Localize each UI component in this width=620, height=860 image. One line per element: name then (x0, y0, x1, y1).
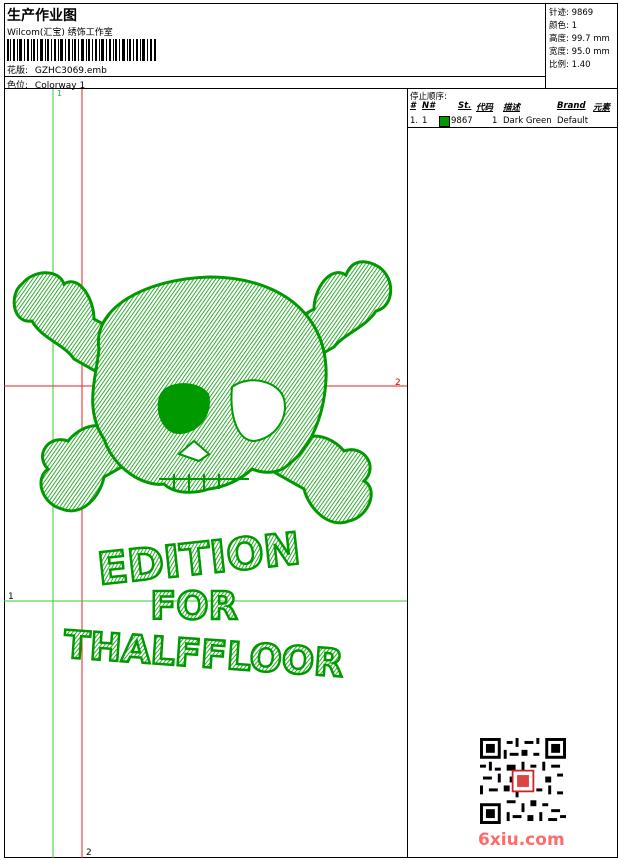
company-name: Wilcom(汇宝) 绣饰工作室 (7, 28, 113, 38)
guide-label-v-red: 2 (86, 848, 92, 858)
spec-height: 高度: 99.7 mm (549, 34, 610, 44)
guide-label-v-green: 1 (57, 89, 62, 98)
col-brand: Brand (557, 101, 586, 111)
spec-stitches: 针迹: 9869 (549, 8, 594, 18)
row-brand: Default (557, 116, 589, 126)
spec-scale: 比例: 1.40 (549, 60, 591, 70)
col-needle: N# (422, 101, 436, 111)
row-index: 1. (410, 116, 419, 126)
spec-width: 宽度: 95.0 mm (549, 47, 610, 57)
barcode (7, 39, 156, 61)
row-stitch-count: 1 (492, 116, 498, 126)
artwork-text-for: FOR (150, 584, 238, 628)
thread-color-swatch (439, 116, 450, 127)
header-panel: 生产作业图 Wilcom(汇宝) 绣饰工作室 花版: GZHC3069.emb … (4, 3, 546, 91)
design-label: 花版: (7, 66, 29, 76)
guide-label-h-green: 1 (8, 592, 14, 602)
col-description: 描述 (503, 103, 521, 113)
col-element: 元素 (593, 103, 611, 113)
header-separator (4, 76, 545, 77)
col-stitches: St. (458, 101, 472, 111)
design-canvas: 1 2 2 1 EDITION FOR THALFFLOOR (4, 89, 408, 858)
artwork-text: EDITION FOR THALFFLOOR (61, 522, 346, 687)
specs-panel: 针迹: 9869 颜色: 1 高度: 99.7 mm 宽度: 95.0 mm 比… (546, 3, 618, 89)
spec-colors: 颜色: 1 (549, 21, 577, 31)
embroidery-artwork: 1 2 2 1 EDITION FOR THALFFLOOR (4, 89, 407, 858)
row-code: 9867 (451, 116, 473, 126)
qr-code (480, 738, 566, 824)
col-hash: # (410, 101, 416, 111)
artwork-text-halffloor: THALFFLOOR (62, 622, 344, 685)
col-code: 代码 (476, 103, 494, 113)
watermark-logo: 6xiu.com (478, 830, 565, 850)
row-needle: 1 (422, 116, 428, 126)
design-file-row: 花版: GZHC3069.emb (7, 63, 107, 76)
row-description: Dark Green (503, 116, 552, 126)
design-value: GZHC3069.emb (34, 66, 107, 76)
page-title: 生产作业图 (7, 8, 77, 24)
skull (91, 275, 328, 494)
stop-sequence-rule (408, 127, 618, 128)
guide-label-h-red: 2 (395, 378, 401, 388)
